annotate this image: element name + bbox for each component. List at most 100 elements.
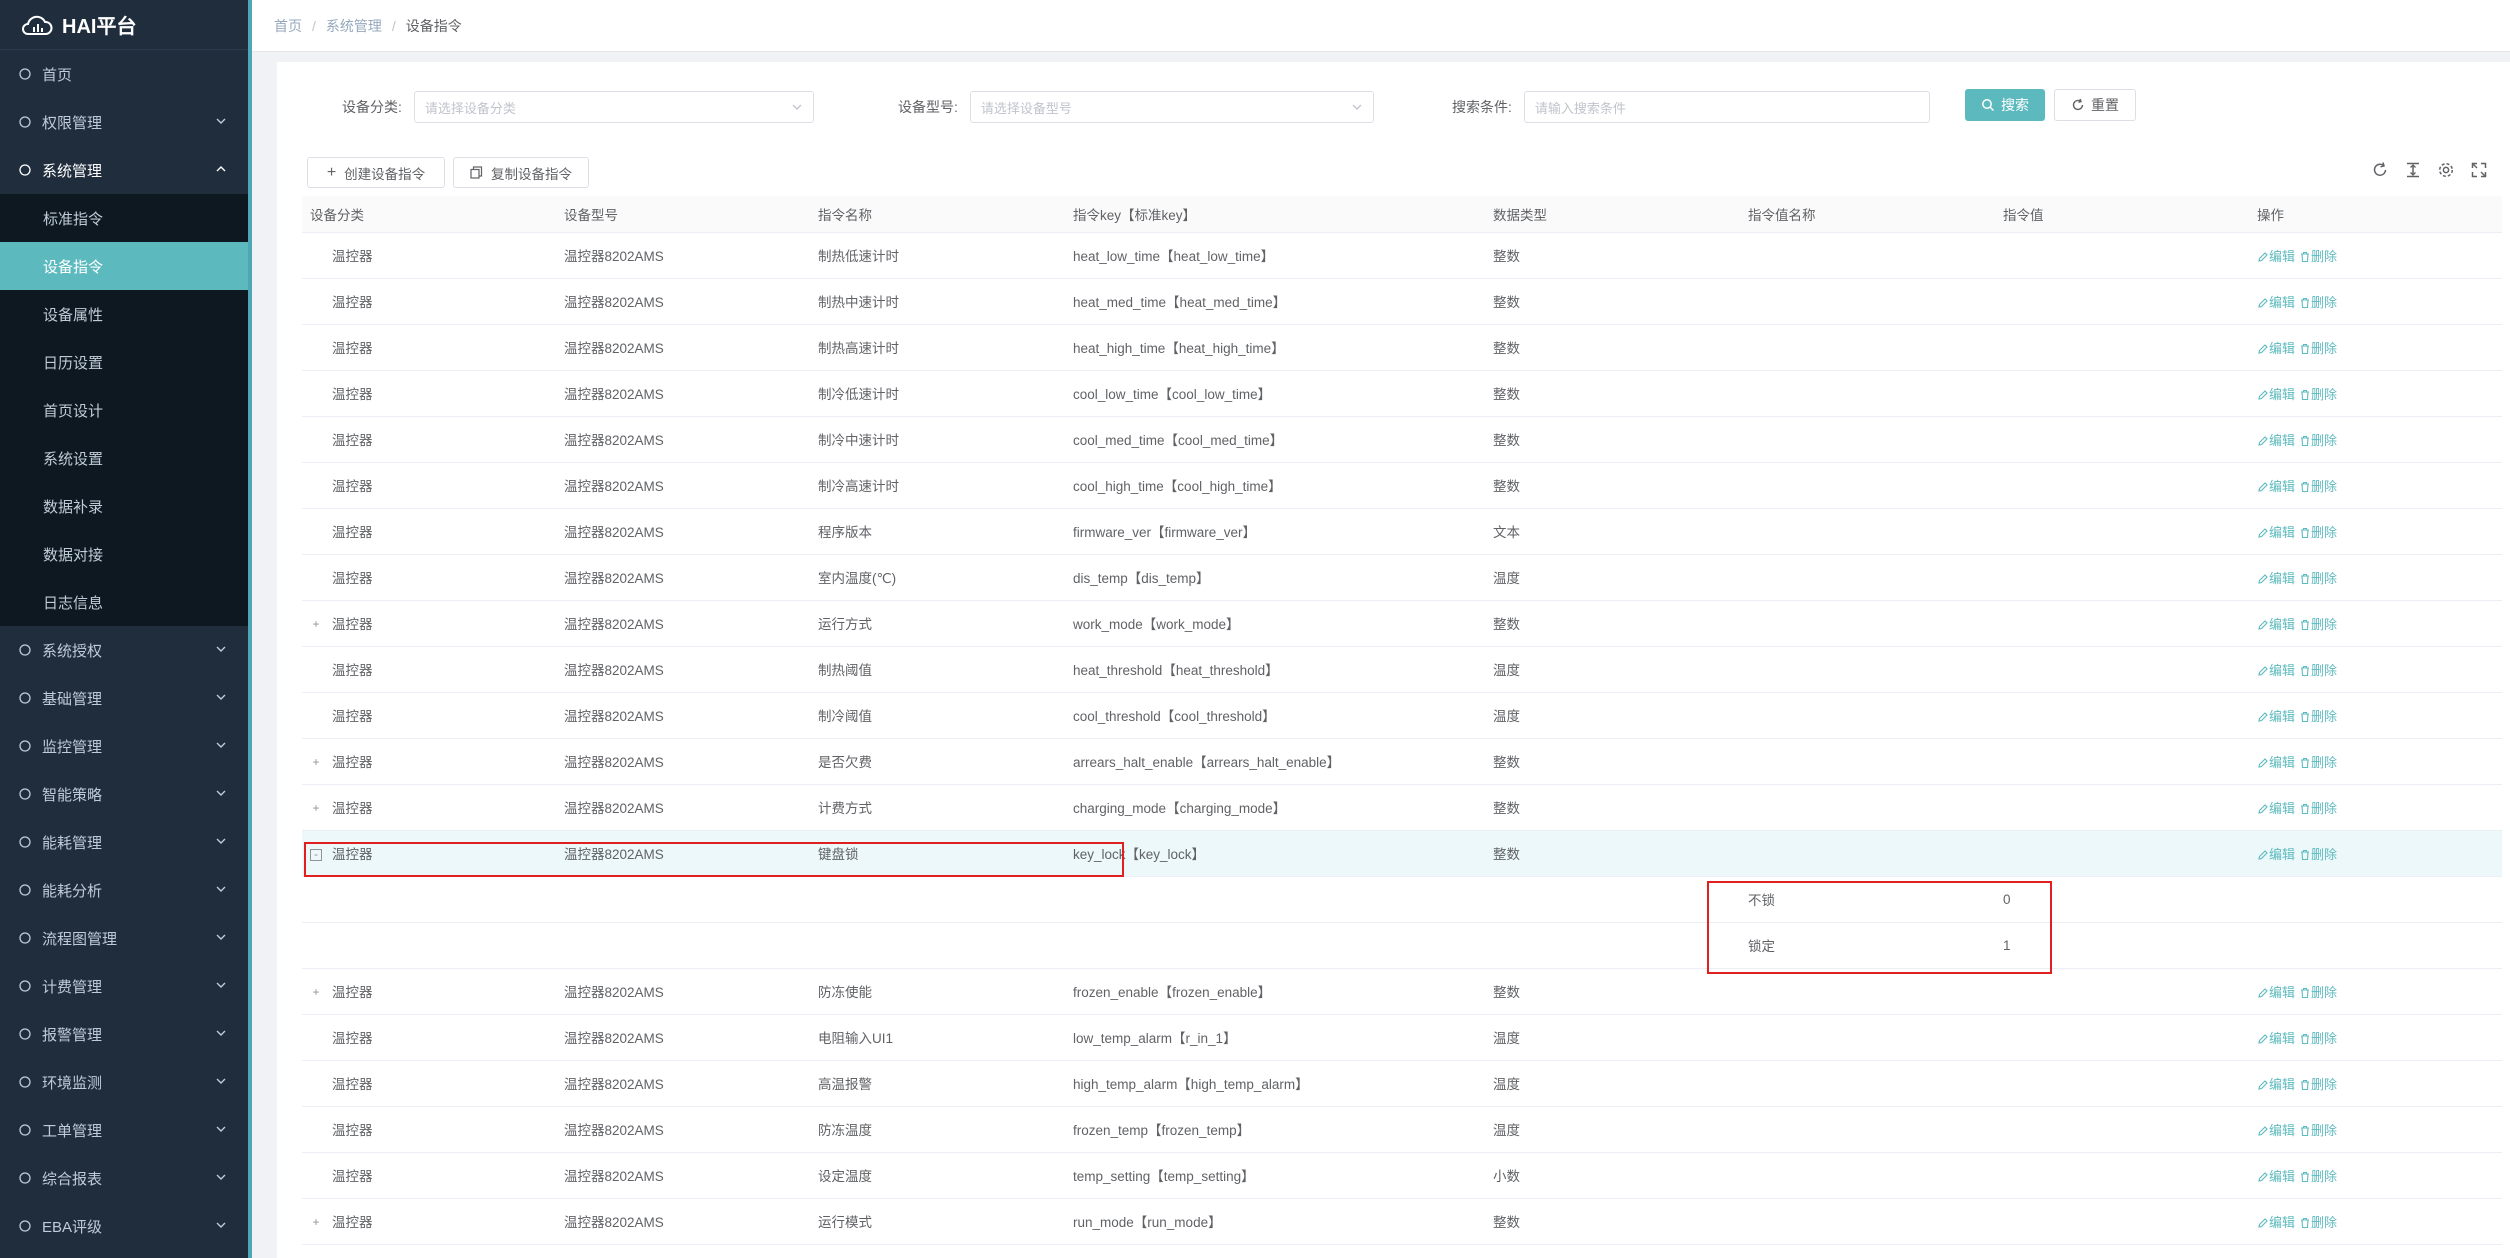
edit-link[interactable]: 编辑 [2257, 755, 2295, 770]
sidebar-item[interactable]: 环境监测 [0, 1058, 248, 1106]
table-row[interactable]: 温控器 温控器8202AMS 制冷低速计时 cool_low_time【cool_lo… [302, 370, 2502, 417]
delete-link[interactable]: 删除 [2299, 985, 2337, 1000]
sidebar-item[interactable]: 首页 [0, 50, 248, 98]
create-command-button[interactable]: + 创建设备指令 [307, 157, 445, 188]
edit-link[interactable]: 编辑 [2257, 341, 2295, 356]
sidebar-item[interactable]: 能耗管理 [0, 818, 248, 866]
edit-link[interactable]: 编辑 [2257, 387, 2295, 402]
table-row[interactable]: 温控器 温控器8202AMS 制冷阈值 cool_threshold【cool_thr… [302, 692, 2502, 739]
column-header[interactable]: 设备分类 [302, 196, 556, 233]
table-row[interactable]: 温控器 温控器8202AMS 制热阈值 heat_threshold【heat_thr… [302, 646, 2502, 693]
sidebar-subitem[interactable]: 首页设计 [0, 386, 248, 434]
table-row[interactable]: 温控器 温控器8202AMS 制冷中速计时 cool_med_time【cool_me… [302, 416, 2502, 463]
delete-link[interactable]: 删除 [2299, 295, 2337, 310]
breadcrumb-system[interactable]: 系统管理 [326, 16, 382, 36]
sidebar-subitem[interactable]: 设备属性 [0, 290, 248, 338]
sidebar-item[interactable]: 报警管理 [0, 1010, 248, 1058]
category-select[interactable]: 请选择设备分类 [413, 91, 814, 123]
table-row[interactable]: + 温控器 温控器8202AMS 是否欠费 arrears_halt_enable【ar… [302, 738, 2502, 785]
column-height-icon[interactable] [2404, 161, 2422, 179]
delete-link[interactable]: 删除 [2299, 801, 2337, 816]
delete-link[interactable]: 删除 [2299, 755, 2337, 770]
edit-link[interactable]: 编辑 [2257, 663, 2295, 678]
table-row[interactable]: + 温控器 温控器8202AMS 运行模式 run_mode【run_mode】 整数 编辑… [302, 1198, 2502, 1245]
sidebar-subitem[interactable]: 日历设置 [0, 338, 248, 386]
delete-link[interactable]: 删除 [2299, 1077, 2337, 1092]
edit-link[interactable]: 编辑 [2257, 709, 2295, 724]
sidebar-item[interactable]: 权限管理 [0, 98, 248, 146]
column-header[interactable]: 指令值 [1995, 196, 2249, 233]
table-row[interactable]: 温控器 温控器8202AMS 电阻输入UI1 low_temp_alarm【r_in_… [302, 1014, 2502, 1061]
refresh-icon[interactable] [2371, 161, 2389, 179]
edit-link[interactable]: 编辑 [2257, 617, 2295, 632]
table-row[interactable]: 温控器 温控器8202AMS 制热高速计时 heat_high_time【heat_h… [302, 324, 2502, 371]
delete-link[interactable]: 删除 [2299, 1031, 2337, 1046]
edit-link[interactable]: 编辑 [2257, 1123, 2295, 1138]
table-row[interactable]: - 温控器 温控器8202AMS 键盘锁 key_lock【key_lock】 整数 编辑删… [302, 830, 2502, 877]
edit-link[interactable]: 编辑 [2257, 1215, 2295, 1230]
column-header[interactable]: 指令值名称 [1740, 196, 1995, 233]
sidebar-subitem[interactable]: 数据补录 [0, 482, 248, 530]
table-row[interactable]: 温控器 温控器8202AMS 设定温度 temp_setting【temp_setti… [302, 1152, 2502, 1199]
table-row[interactable]: + 温控器 温控器8202AMS 运行方式 work_mode【work_mode】 整数… [302, 600, 2502, 647]
expand-icon[interactable]: + [310, 986, 322, 999]
edit-link[interactable]: 编辑 [2257, 1031, 2295, 1046]
sidebar-item[interactable]: 综合报表 [0, 1154, 248, 1202]
sidebar-item[interactable]: 监控管理 [0, 722, 248, 770]
sidebar-item[interactable]: 智能策略 [0, 770, 248, 818]
edit-link[interactable]: 编辑 [2257, 433, 2295, 448]
query-input[interactable]: 请输入搜索条件 [1523, 91, 1930, 123]
table-row[interactable]: + 温控器 温控器8202AMS 防冻使能 frozen_enable【frozen_e… [302, 968, 2502, 1015]
expand-icon[interactable]: + [310, 1216, 322, 1229]
delete-link[interactable]: 删除 [2299, 249, 2337, 264]
delete-link[interactable]: 删除 [2299, 663, 2337, 678]
model-select[interactable]: 请选择设备型号 [969, 91, 1374, 123]
edit-link[interactable]: 编辑 [2257, 847, 2295, 862]
breadcrumb-home[interactable]: 首页 [274, 16, 302, 36]
table-row[interactable]: 温控器 温控器8202AMS 高温报警 high_temp_alarm【high_te… [302, 1060, 2502, 1107]
sidebar-item[interactable]: 计费管理 [0, 962, 248, 1010]
table-row[interactable]: 温控器 温控器8202AMS 制热中速计时 heat_med_time【heat_me… [302, 278, 2502, 325]
delete-link[interactable]: 删除 [2299, 479, 2337, 494]
delete-link[interactable]: 删除 [2299, 1123, 2337, 1138]
column-header[interactable]: 操作 [2249, 196, 2502, 233]
table-row[interactable]: 温控器 温控器8202AMS 制冷高速计时 cool_high_time【cool_h… [302, 462, 2502, 509]
sidebar-subitem[interactable]: 系统设置 [0, 434, 248, 482]
edit-link[interactable]: 编辑 [2257, 249, 2295, 264]
sidebar-item[interactable]: 工单管理 [0, 1106, 248, 1154]
delete-link[interactable]: 删除 [2299, 709, 2337, 724]
sidebar-subitem[interactable]: 标准指令 [0, 194, 248, 242]
column-header[interactable]: 指令key【标准key】 [1065, 196, 1485, 233]
edit-link[interactable]: 编辑 [2257, 295, 2295, 310]
expand-icon[interactable]: + [310, 802, 322, 815]
sidebar-item[interactable]: 系统管理 [0, 146, 248, 194]
sidebar-item[interactable]: 系统授权 [0, 626, 248, 674]
gear-icon[interactable] [2437, 161, 2455, 179]
expand-icon[interactable]: + [310, 756, 322, 769]
column-header[interactable]: 设备型号 [556, 196, 810, 233]
expand-icon[interactable]: + [310, 618, 322, 631]
app-logo[interactable]: HAI平台 [0, 0, 248, 50]
delete-link[interactable]: 删除 [2299, 525, 2337, 540]
edit-link[interactable]: 编辑 [2257, 801, 2295, 816]
delete-link[interactable]: 删除 [2299, 1169, 2337, 1184]
table-row[interactable]: 温控器 温控器8202AMS 室内温度(℃) dis_temp【dis_temp】 温度… [302, 554, 2502, 601]
delete-link[interactable]: 删除 [2299, 341, 2337, 356]
copy-command-button[interactable]: 复制设备指令 [453, 157, 589, 188]
reset-button[interactable]: 重置 [2054, 89, 2136, 121]
delete-link[interactable]: 删除 [2299, 571, 2337, 586]
sidebar-item[interactable]: 基础管理 [0, 674, 248, 722]
search-button[interactable]: 搜索 [1965, 89, 2045, 121]
delete-link[interactable]: 删除 [2299, 433, 2337, 448]
delete-link[interactable]: 删除 [2299, 617, 2337, 632]
sidebar-item[interactable]: 能耗分析 [0, 866, 248, 914]
edit-link[interactable]: 编辑 [2257, 479, 2295, 494]
edit-link[interactable]: 编辑 [2257, 571, 2295, 586]
edit-link[interactable]: 编辑 [2257, 985, 2295, 1000]
delete-link[interactable]: 删除 [2299, 1215, 2337, 1230]
table-row[interactable]: 温控器 温控器8202AMS 防冻温度 frozen_temp【frozen_temp… [302, 1106, 2502, 1153]
sidebar-subitem[interactable]: 数据对接 [0, 530, 248, 578]
sidebar-item[interactable]: 流程图管理 [0, 914, 248, 962]
sidebar-item[interactable]: EBA评级 [0, 1202, 248, 1250]
table-row[interactable]: + 温控器 温控器8202AMS 计费方式 charging_mode【charging… [302, 784, 2502, 831]
